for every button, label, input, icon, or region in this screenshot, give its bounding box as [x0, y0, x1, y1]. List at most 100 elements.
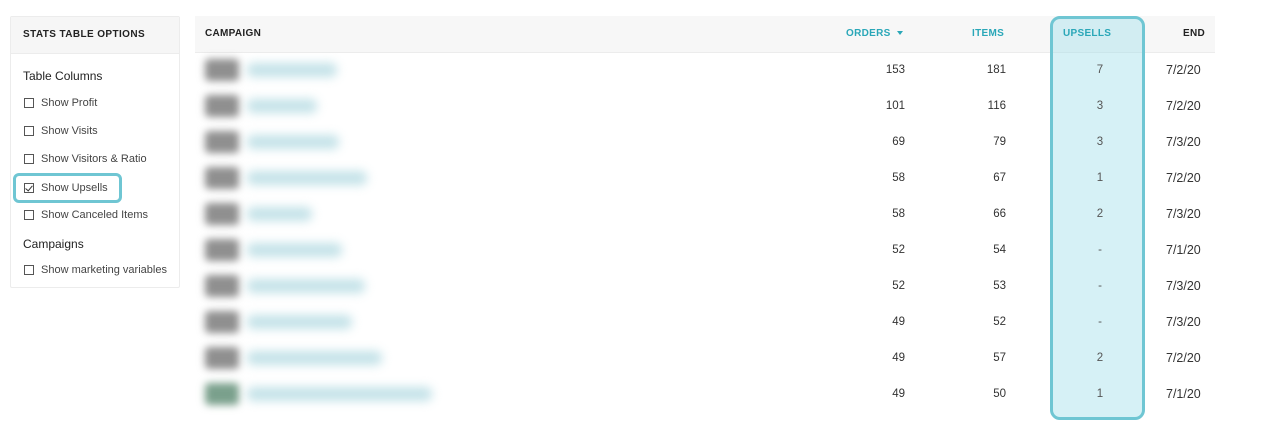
campaign-cell — [203, 376, 623, 412]
items-cell: 57 — [993, 352, 1006, 364]
end-date-cell: 7/3/20 — [1166, 315, 1201, 329]
table-row[interactable]: 52 54 - 7/1/20 — [195, 232, 1215, 268]
items-cell: 66 — [993, 208, 1006, 220]
upsells-cell: 1 — [1096, 388, 1104, 400]
option-show-visits[interactable]: Show Visits — [24, 123, 98, 139]
items-cell: 54 — [993, 244, 1006, 256]
table-row[interactable]: 52 53 - 7/3/20 — [195, 268, 1215, 304]
campaign-name-link[interactable] — [247, 63, 337, 77]
option-label: Show Canceled Items — [41, 209, 148, 221]
campaign-name-link[interactable] — [247, 171, 367, 185]
column-header-orders-label: ORDERS — [846, 28, 891, 39]
campaign-name-link[interactable] — [247, 315, 352, 329]
option-label: Show Profit — [41, 97, 98, 109]
campaign-thumbnail — [205, 59, 239, 81]
campaign-cell — [203, 268, 623, 304]
table-row[interactable]: 49 50 1 7/1/20 — [195, 376, 1215, 412]
end-date-cell: 7/2/20 — [1166, 351, 1201, 365]
orders-cell: 52 — [892, 244, 905, 256]
items-cell: 116 — [987, 100, 1006, 112]
column-header-orders[interactable]: ORDERS — [846, 16, 903, 52]
column-header-upsells[interactable]: UPSELLS — [1063, 16, 1111, 52]
option-show-marketing-variables[interactable]: Show marketing variables — [24, 262, 167, 278]
option-show-upsells[interactable]: Show Upsells — [24, 180, 108, 196]
section-title-table-columns: Table Columns — [23, 69, 103, 83]
campaign-name-link[interactable] — [247, 99, 317, 113]
campaign-cell — [203, 124, 623, 160]
end-date-cell: 7/1/20 — [1166, 387, 1201, 401]
campaign-cell — [203, 232, 623, 268]
orders-cell: 69 — [892, 136, 905, 148]
items-cell: 67 — [993, 172, 1006, 184]
end-date-cell: 7/2/20 — [1166, 171, 1201, 185]
column-header-end[interactable]: END — [1183, 16, 1205, 52]
table-row[interactable]: 49 52 - 7/3/20 — [195, 304, 1215, 340]
upsells-cell: 2 — [1096, 352, 1104, 364]
orders-cell: 52 — [892, 280, 905, 292]
campaign-thumbnail — [205, 239, 239, 261]
show-profit-checkbox[interactable] — [24, 98, 34, 108]
campaign-name-link[interactable] — [247, 351, 382, 365]
show-upsells-checkbox[interactable] — [24, 183, 34, 193]
campaign-cell — [203, 340, 623, 376]
campaign-thumbnail — [205, 275, 239, 297]
items-cell: 181 — [986, 64, 1006, 76]
end-date-cell: 7/3/20 — [1166, 135, 1201, 149]
table-row[interactable]: 49 57 2 7/2/20 — [195, 340, 1215, 376]
table-row[interactable]: 101 116 3 7/2/20 — [195, 88, 1215, 124]
campaign-name-link[interactable] — [247, 243, 342, 257]
orders-cell: 49 — [892, 316, 905, 328]
table-row[interactable]: 58 66 2 7/3/20 — [195, 196, 1215, 232]
campaign-name-link[interactable] — [247, 279, 365, 293]
show-visits-checkbox[interactable] — [24, 126, 34, 136]
end-date-cell: 7/3/20 — [1166, 279, 1201, 293]
show-marketing-variables-checkbox[interactable] — [24, 265, 34, 275]
campaign-name-link[interactable] — [247, 207, 312, 221]
upsells-cell: - — [1098, 280, 1102, 292]
upsells-cell: - — [1098, 244, 1102, 256]
campaign-name-link[interactable] — [247, 387, 432, 401]
option-show-canceled-items[interactable]: Show Canceled Items — [24, 207, 148, 223]
option-show-profit[interactable]: Show Profit — [24, 95, 97, 111]
end-date-cell: 7/3/20 — [1166, 207, 1201, 221]
campaign-cell — [203, 88, 623, 124]
sort-desc-icon — [896, 31, 903, 36]
upsells-cell: 1 — [1096, 172, 1104, 184]
section-title-campaigns: Campaigns — [23, 237, 84, 251]
orders-cell: 58 — [892, 172, 905, 184]
stats-table-options-panel: STATS TABLE OPTIONS Table Columns Show P… — [10, 16, 180, 288]
table-row[interactable]: 69 79 3 7/3/20 — [195, 124, 1215, 160]
campaign-thumbnail — [205, 311, 239, 333]
end-date-cell: 7/1/20 — [1166, 243, 1201, 257]
option-label: Show Visits — [41, 125, 98, 137]
orders-cell: 49 — [892, 388, 905, 400]
campaign-cell — [203, 304, 623, 340]
table-row[interactable]: 58 67 1 7/2/20 — [195, 160, 1215, 196]
campaign-cell — [203, 160, 623, 196]
column-header-campaign[interactable]: CAMPAIGN — [205, 16, 261, 52]
upsells-cell: - — [1098, 316, 1102, 328]
orders-cell: 58 — [892, 208, 905, 220]
table-row[interactable]: 153 181 7 7/2/20 — [195, 52, 1215, 88]
campaign-thumbnail — [205, 167, 239, 189]
items-cell: 79 — [993, 136, 1006, 148]
orders-cell: 49 — [892, 352, 905, 364]
option-show-visitors-ratio[interactable]: Show Visitors & Ratio — [24, 151, 147, 167]
items-cell: 53 — [993, 280, 1006, 292]
items-cell: 52 — [993, 316, 1006, 328]
option-label: Show marketing variables — [41, 264, 167, 276]
end-date-cell: 7/2/20 — [1166, 63, 1201, 77]
show-visitors-ratio-checkbox[interactable] — [24, 154, 34, 164]
show-canceled-items-checkbox[interactable] — [24, 210, 34, 220]
options-panel-header: STATS TABLE OPTIONS — [11, 17, 179, 54]
column-header-items[interactable]: ITEMS — [972, 16, 1004, 52]
option-label: Show Upsells — [41, 182, 108, 194]
items-cell: 50 — [993, 388, 1006, 400]
campaign-thumbnail — [205, 203, 239, 225]
campaign-name-link[interactable] — [247, 135, 339, 149]
campaign-thumbnail — [205, 347, 239, 369]
campaign-thumbnail — [205, 383, 239, 405]
orders-cell: 101 — [885, 100, 905, 112]
campaign-cell — [203, 52, 623, 88]
upsells-cell: 3 — [1096, 136, 1104, 148]
